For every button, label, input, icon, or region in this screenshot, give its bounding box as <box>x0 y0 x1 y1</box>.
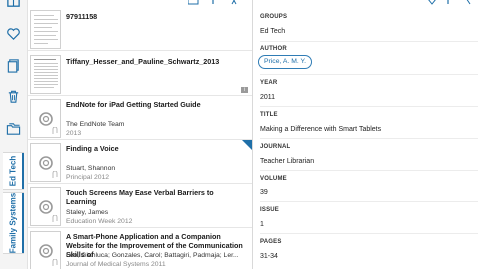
attachment-badge-icon: i <box>241 87 248 93</box>
item-title: 97911158 <box>66 12 98 21</box>
item-meta: Principal 2012 <box>66 174 110 181</box>
field-value-year[interactable]: 2011 <box>260 94 275 101</box>
field-value-pages[interactable]: 31-34 <box>260 253 278 260</box>
field-label-year: YEAR <box>260 80 278 86</box>
field-value-title[interactable]: Making a Difference with Smart Tablets <box>260 126 381 133</box>
detail-toolbar-icons[interactable] <box>384 0 474 6</box>
field-value-journal[interactable]: Teacher Librarian <box>260 158 314 165</box>
field-value-volume[interactable]: 39 <box>260 189 268 196</box>
group-tab-label: Family Systems <box>8 192 18 254</box>
field-label-volume: VOLUME <box>260 176 287 182</box>
reference-placeholder-thumbnail <box>30 187 61 226</box>
endnote-swirl-icon <box>39 200 53 214</box>
group-tab-family-systems[interactable]: Family Systems <box>3 192 24 254</box>
field-value-issue[interactable]: 1 <box>260 221 264 228</box>
pdf-thumbnail <box>30 55 61 94</box>
reference-detail-pane: GROUPS Ed Tech AUTHOR Price, A. M. Y. YE… <box>253 0 478 269</box>
item-author: Stuart, Shannon <box>66 165 116 172</box>
trash-icon[interactable] <box>6 89 21 104</box>
item-meta: Education Week 2012 <box>66 218 133 225</box>
item-author: Staley, James <box>66 209 109 216</box>
item-meta: 2013 <box>66 130 82 137</box>
field-label-issue: ISSUE <box>260 207 280 213</box>
field-value-groups[interactable]: Ed Tech <box>260 28 285 35</box>
groups-folder-icon[interactable] <box>6 121 21 136</box>
library-icon[interactable] <box>6 0 21 9</box>
paperclip-icon <box>52 127 58 134</box>
item-author: The EndNote Team <box>66 121 125 128</box>
field-label-groups: GROUPS <box>260 14 288 20</box>
field-label-pages: PAGES <box>260 239 282 245</box>
list-item[interactable]: EndNote for iPad Getting Started Guide T… <box>28 96 252 140</box>
list-item[interactable]: Tiffany_Hesser_and_Pauline_Schwartz_2013… <box>28 51 252 96</box>
group-tab-label: Ed Tech <box>8 155 18 187</box>
paperclip-icon <box>52 215 58 222</box>
list-item[interactable]: A Smart-Phone Application and a Companio… <box>28 228 252 269</box>
item-title: Tiffany_Hesser_and_Pauline_Schwartz_2013 <box>66 57 220 66</box>
group-tab-ed-tech[interactable]: Ed Tech <box>3 152 24 190</box>
left-rail: Ed Tech Family Systems <box>0 0 28 269</box>
field-label-journal: JOURNAL <box>260 144 291 150</box>
list-item-selected[interactable]: Finding a Voice Stuart, Shannon Principa… <box>28 140 252 184</box>
author-chip[interactable]: Price, A. M. Y. <box>258 55 313 69</box>
item-meta: Journal of Medical Systems 2011 <box>66 261 166 268</box>
endnote-swirl-icon <box>39 244 53 258</box>
paperclip-icon <box>52 259 58 266</box>
reference-placeholder-thumbnail <box>30 99 61 138</box>
field-label-author: AUTHOR <box>260 46 287 52</box>
reference-placeholder-thumbnail <box>30 231 61 269</box>
paperclip-icon <box>52 171 58 178</box>
list-item[interactable]: 97911158 <box>28 6 252 51</box>
list-item[interactable]: Touch Screens May Ease Verbal Barriers t… <box>28 184 252 228</box>
reference-placeholder-thumbnail <box>30 143 61 182</box>
favorites-heart-icon[interactable] <box>6 26 21 41</box>
item-title: Finding a Voice <box>66 144 119 153</box>
documents-icon[interactable] <box>6 58 21 73</box>
endnote-swirl-icon <box>39 112 53 126</box>
item-author: Leo, Gianluca; Gonzales, Carol; Battagir… <box>66 252 239 259</box>
field-label-title: TITLE <box>260 112 278 118</box>
pdf-thumbnail <box>30 10 61 49</box>
reference-list: 97911158 Tiffany_Hesser_and_Pauline_Schw… <box>28 0 253 269</box>
item-title: EndNote for iPad Getting Started Guide <box>66 100 201 109</box>
item-title: Touch Screens May Ease Verbal Barriers t… <box>66 188 214 206</box>
endnote-swirl-icon <box>39 156 53 170</box>
